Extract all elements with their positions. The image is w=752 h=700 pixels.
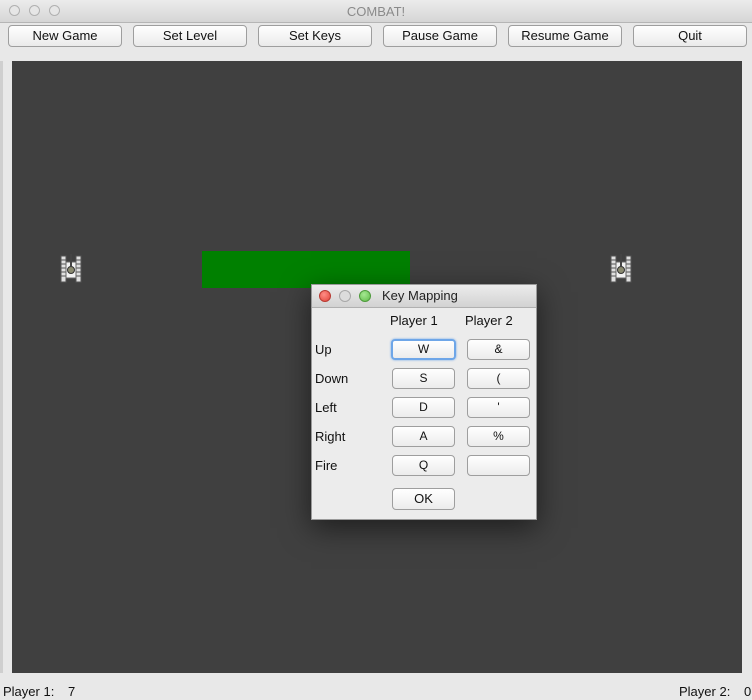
pause-game-button[interactable]: Pause Game (383, 25, 497, 47)
key-mapping-dialog: Key Mapping Player 1 Player 2 Up W & Dow… (311, 284, 537, 520)
dialog-minimize-button[interactable] (339, 290, 351, 302)
player2-right-key-button[interactable]: % (467, 426, 530, 447)
player1-column-header: Player 1 (390, 313, 438, 328)
dialog-titlebar: Key Mapping (312, 285, 536, 308)
window-titlebar: COMBAT! (0, 0, 752, 23)
ok-button[interactable]: OK (392, 488, 455, 510)
set-keys-button[interactable]: Set Keys (258, 25, 372, 47)
window-title: COMBAT! (346, 4, 406, 19)
row-label-left: Left (315, 400, 337, 415)
toolbar: New Game Set Level Set Keys Pause Game R… (0, 23, 752, 59)
dialog-title: Key Mapping (382, 288, 458, 303)
player1-left-key-button[interactable]: D (392, 397, 455, 418)
player1-score: Player 1: 7 (3, 684, 75, 699)
player1-down-key-button[interactable]: S (392, 368, 455, 389)
set-level-button[interactable]: Set Level (133, 25, 247, 47)
row-label-fire: Fire (315, 458, 338, 473)
player1-right-key-button[interactable]: A (392, 426, 455, 447)
player1-score-value: 7 (67, 684, 76, 699)
dialog-close-button[interactable] (319, 290, 331, 302)
player2-score: Player 2: 0 (679, 684, 751, 699)
resume-game-button[interactable]: Resume Game (508, 25, 622, 47)
player2-down-key-button[interactable]: ( (467, 368, 530, 389)
player1-fire-key-button[interactable]: Q (392, 455, 455, 476)
player2-up-key-button[interactable]: & (467, 339, 530, 360)
dialog-zoom-button[interactable] (359, 290, 371, 302)
green-wall-block (202, 251, 410, 288)
row-label-up: Up (315, 342, 332, 357)
player2-score-label: Player 2: (679, 684, 731, 699)
player2-left-key-button[interactable]: ' (467, 397, 530, 418)
new-game-button[interactable]: New Game (8, 25, 122, 47)
player2-column-header: Player 2 (465, 313, 513, 328)
player1-up-key-button[interactable]: W (391, 339, 456, 360)
player1-tank-icon (60, 254, 82, 283)
row-label-right: Right (315, 429, 346, 444)
player2-fire-key-button[interactable] (467, 455, 530, 476)
player2-score-value: 0 (743, 684, 752, 699)
quit-button[interactable]: Quit (633, 25, 747, 47)
player2-tank-icon (610, 254, 632, 283)
left-edge-strip (0, 61, 3, 673)
player1-score-label: Player 1: (3, 684, 55, 699)
row-label-down: Down (315, 371, 349, 386)
